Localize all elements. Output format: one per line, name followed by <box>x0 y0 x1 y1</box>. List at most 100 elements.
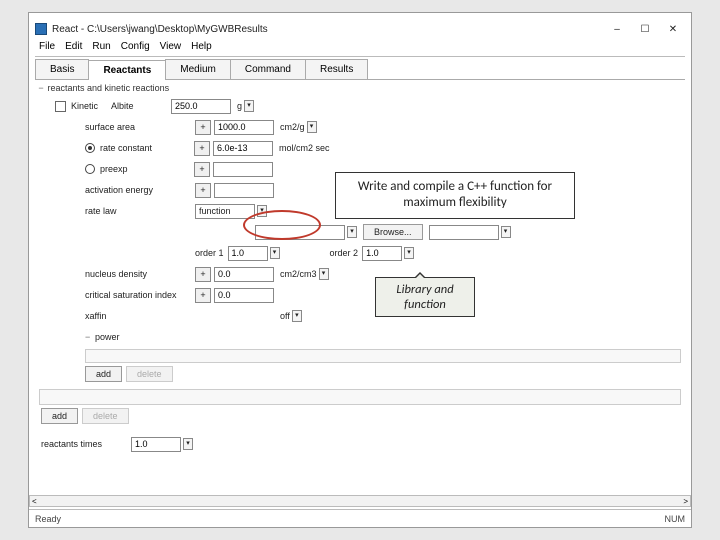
row-orders: order 1 ▾ order 2 ▾ <box>35 244 685 262</box>
power-delete-button: delete <box>126 366 173 382</box>
surface-area-input[interactable] <box>214 120 274 135</box>
close-button[interactable]: ✕ <box>661 21 685 37</box>
scroll-left-icon[interactable]: < <box>32 497 37 506</box>
activation-energy-input[interactable] <box>214 183 274 198</box>
window-title: React - C:\Users\jwang\Desktop\MyGWBResu… <box>52 24 601 35</box>
order2-input[interactable] <box>362 246 402 261</box>
activation-energy-plus[interactable]: + <box>195 183 211 198</box>
app-icon <box>35 23 47 35</box>
app-window: React - C:\Users\jwang\Desktop\MyGWBResu… <box>28 12 692 528</box>
crit-sat-label: critical saturation index <box>85 290 195 300</box>
order2-dd[interactable]: ▾ <box>404 247 414 259</box>
preexp-input[interactable] <box>213 162 273 177</box>
annotation-callout-cpp: Write and compile a C++ function for max… <box>335 172 575 219</box>
reactants-times-input[interactable] <box>131 437 181 452</box>
menu-help[interactable]: Help <box>191 41 212 52</box>
section-title: reactants and kinetic reactions <box>48 83 170 93</box>
row-nucleus-density: nucleus density + cm2/cm3 ▾ <box>35 265 685 283</box>
tab-basis[interactable]: Basis <box>35 59 89 79</box>
tab-medium[interactable]: Medium <box>165 59 231 79</box>
crit-sat-plus[interactable]: + <box>195 288 211 303</box>
surface-area-label: surface area <box>85 122 195 132</box>
preexp-radio[interactable] <box>85 164 95 174</box>
crit-sat-input[interactable] <box>214 288 274 303</box>
browse-button[interactable]: Browse... <box>363 224 423 240</box>
status-bar: Ready NUM <box>29 509 691 527</box>
kinetic-unit: g <box>237 101 242 111</box>
menu-config[interactable]: Config <box>121 41 150 52</box>
nucleus-density-label: nucleus density <box>85 269 195 279</box>
reactants-times-label: reactants times <box>41 439 131 449</box>
menu-edit[interactable]: Edit <box>65 41 82 52</box>
xaffin-value: off <box>280 311 290 321</box>
kinetic-label: Kinetic <box>71 101 111 111</box>
horizontal-scrollbar[interactable]: < > <box>29 495 691 507</box>
row-surface-area: surface area + cm2/g ▾ <box>35 118 685 136</box>
kinetic-checkbox[interactable] <box>55 101 66 112</box>
power-list-1[interactable] <box>85 349 681 363</box>
scroll-right-icon[interactable]: > <box>683 497 688 506</box>
xaffin-dd[interactable]: ▾ <box>292 310 302 322</box>
tab-strip: Basis Reactants Medium Command Results <box>35 59 685 80</box>
row-reactants-times: reactants times ▾ <box>35 435 685 453</box>
row-power: − power <box>35 328 685 346</box>
section-header: − reactants and kinetic reactions <box>35 80 685 97</box>
status-num: NUM <box>665 514 686 524</box>
order1-input[interactable] <box>228 246 268 261</box>
rate-constant-label: rate constant <box>100 143 194 153</box>
rate-constant-plus[interactable]: + <box>194 141 210 156</box>
menu-run[interactable]: Run <box>92 41 110 52</box>
rate-law-value[interactable]: function <box>195 204 255 219</box>
rate-law-label: rate law <box>85 206 195 216</box>
tab-results[interactable]: Results <box>305 59 368 79</box>
xaffin-label: xaffin <box>85 311 195 321</box>
preexp-plus[interactable]: + <box>194 162 210 177</box>
power-buttons-row: add delete <box>35 365 685 383</box>
surface-area-plus[interactable]: + <box>195 120 211 135</box>
kinetic-amount-input[interactable] <box>171 99 231 114</box>
minimize-button[interactable]: – <box>605 21 629 37</box>
menu-file[interactable]: File <box>39 41 55 52</box>
reactants-buttons-row: add delete <box>35 407 685 425</box>
power-collapse-icon[interactable]: − <box>85 332 95 342</box>
power-add-button[interactable]: add <box>85 366 122 382</box>
rate-constant-unit: mol/cm2 sec <box>279 143 330 153</box>
surface-area-unit: cm2/g <box>280 122 305 132</box>
rate-law-dd[interactable]: ▾ <box>257 205 267 217</box>
row-kinetic: Kinetic Albite g ▾ <box>35 97 685 115</box>
tab-command[interactable]: Command <box>230 59 306 79</box>
nucleus-density-dd[interactable]: ▾ <box>319 268 329 280</box>
rate-constant-radio[interactable] <box>85 143 95 153</box>
kinetic-unit-dd[interactable]: ▾ <box>244 100 254 112</box>
nucleus-density-plus[interactable]: + <box>195 267 211 282</box>
nucleus-density-input[interactable] <box>214 267 274 282</box>
kinetic-mineral: Albite <box>111 101 171 111</box>
preexp-label: preexp <box>100 164 194 174</box>
collapse-icon[interactable]: − <box>37 83 45 93</box>
library-dd[interactable]: ▾ <box>347 226 357 238</box>
order1-dd[interactable]: ▾ <box>270 247 280 259</box>
maximize-button[interactable]: ☐ <box>633 21 657 37</box>
function-dd[interactable]: ▾ <box>501 226 511 238</box>
reactants-times-dd[interactable]: ▾ <box>183 438 193 450</box>
titlebar: React - C:\Users\jwang\Desktop\MyGWBResu… <box>35 19 685 39</box>
reactants-add-button[interactable]: add <box>41 408 78 424</box>
annotation-callout-library: Library and function <box>375 277 475 317</box>
rate-constant-input[interactable] <box>213 141 273 156</box>
order1-label: order 1 <box>195 248 224 258</box>
library-input[interactable] <box>255 225 345 240</box>
row-crit-sat: critical saturation index + <box>35 286 685 304</box>
row-rate-constant: rate constant + mol/cm2 sec <box>35 139 685 157</box>
surface-area-dd[interactable]: ▾ <box>307 121 317 133</box>
menu-view[interactable]: View <box>160 41 182 52</box>
reactant-list[interactable] <box>39 389 681 405</box>
row-library: ▾ Browse... ▾ <box>35 223 685 241</box>
tab-reactants[interactable]: Reactants <box>88 60 166 80</box>
row-xaffin: xaffin off ▾ <box>35 307 685 325</box>
reactants-panel: Kinetic Albite g ▾ surface area + cm2/g … <box>35 97 685 453</box>
power-label: power <box>95 332 195 342</box>
reactants-delete-button: delete <box>82 408 129 424</box>
status-ready: Ready <box>35 514 61 524</box>
function-input[interactable] <box>429 225 499 240</box>
nucleus-density-unit: cm2/cm3 <box>280 269 317 279</box>
